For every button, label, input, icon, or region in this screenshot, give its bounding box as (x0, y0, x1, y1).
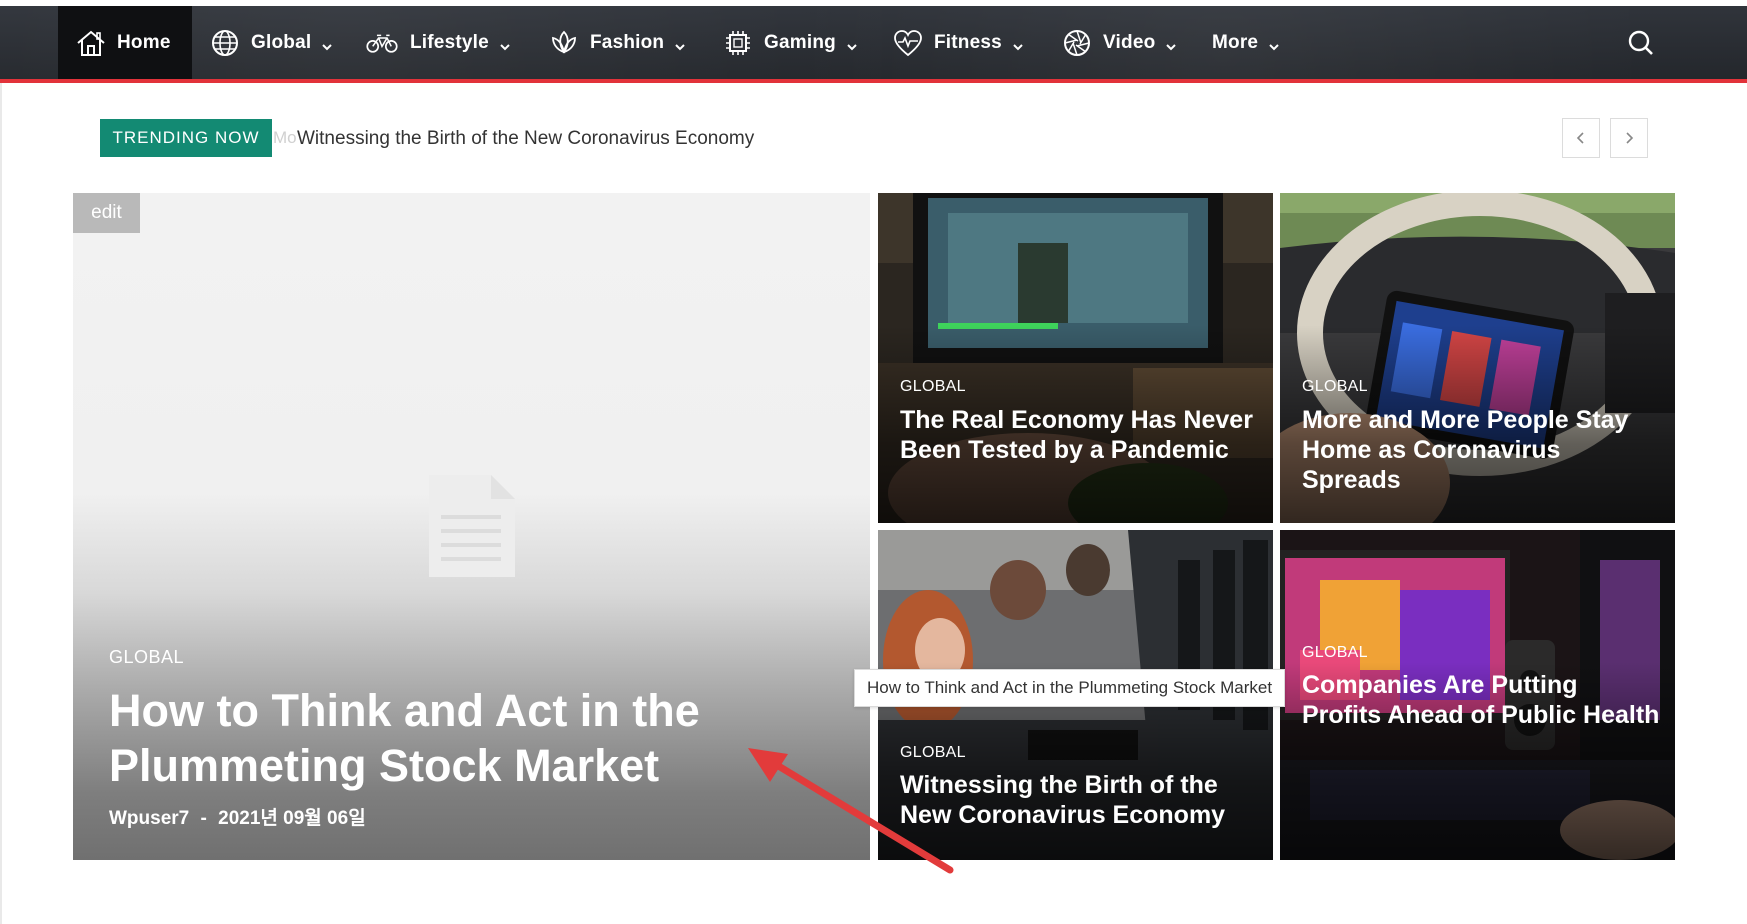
nav-item-gaming[interactable]: Gaming (721, 6, 858, 79)
chevron-down-icon (1268, 37, 1280, 50)
nav-label-gaming: Gaming (764, 31, 836, 53)
nav-item-fitness[interactable]: Fitness (891, 6, 1024, 79)
nav-label-video: Video (1103, 31, 1156, 53)
meta-separator: - (200, 808, 207, 829)
hero-author[interactable]: Wpuser7 (109, 808, 189, 829)
nav-label-home: Home (117, 31, 171, 53)
heartbeat-icon (891, 28, 925, 58)
trending-headline-link[interactable]: Witnessing the Birth of the New Coronavi… (297, 128, 754, 150)
chevron-left-icon (1576, 132, 1584, 144)
post-tile[interactable]: GLOBAL More and More People Stay Home as… (1280, 193, 1675, 523)
hero-date: 2021년 09월 06일 (218, 808, 366, 829)
tile-category-label[interactable]: GLOBAL (900, 744, 966, 762)
hero-post-meta: Wpuser7 - 2021년 09월 06일 (109, 803, 366, 830)
chevron-down-icon (1165, 37, 1177, 50)
tile-post-title[interactable]: Companies Are Putting Profits Ahead of P… (1302, 670, 1662, 730)
chevron-right-icon (1626, 132, 1634, 144)
nav-item-home[interactable]: Home (58, 6, 192, 79)
lotus-icon (547, 28, 581, 58)
trending-prev-button[interactable] (1562, 118, 1600, 158)
chip-icon (721, 28, 755, 58)
document-placeholder-icon (429, 475, 515, 577)
tile-post-title[interactable]: Witnessing the Birth of the New Coronavi… (900, 770, 1260, 830)
nav-item-global[interactable]: Global (208, 6, 333, 79)
chevron-down-icon (846, 37, 858, 50)
nav-item-lifestyle[interactable]: Lifestyle (363, 6, 511, 79)
nav-label-fashion: Fashion (590, 31, 665, 53)
hero-post-card[interactable]: edit GLOBAL How to Think and Act in the … (73, 193, 870, 860)
nav-label-fitness: Fitness (934, 31, 1002, 53)
chevron-down-icon (674, 37, 686, 50)
title-tooltip: How to Think and Act in the Plummeting S… (854, 669, 1286, 707)
hero-category-label[interactable]: GLOBAL (109, 647, 184, 668)
chevron-down-icon (1012, 37, 1024, 50)
chevron-down-icon (499, 37, 511, 50)
nav-label-lifestyle: Lifestyle (410, 31, 489, 53)
chevron-down-icon (321, 37, 333, 50)
aperture-icon (1060, 28, 1094, 58)
trending-next-button[interactable] (1610, 118, 1648, 158)
trending-badge: TRENDING NOW (100, 119, 272, 157)
nav-label-global: Global (251, 31, 312, 53)
nav-label-more: More (1212, 31, 1259, 53)
post-tile[interactable]: GLOBAL Companies Are Putting Profits Ahe… (1280, 530, 1675, 860)
home-icon (74, 28, 108, 58)
tile-category-label[interactable]: GLOBAL (1302, 378, 1368, 396)
tile-category-label[interactable]: GLOBAL (1302, 644, 1368, 662)
post-tile[interactable]: GLOBAL The Real Economy Has Never Been T… (878, 193, 1273, 523)
tile-category-label[interactable]: GLOBAL (900, 378, 966, 396)
hero-post-title[interactable]: How to Think and Act in the Plummeting S… (109, 683, 809, 793)
tile-post-title[interactable]: The Real Economy Has Never Been Tested b… (900, 405, 1260, 465)
bicycle-icon (363, 28, 401, 58)
edit-button[interactable]: edit (73, 193, 140, 233)
nav-item-more[interactable]: More (1212, 6, 1280, 79)
tile-post-title[interactable]: More and More People Stay Home as Corona… (1302, 405, 1662, 495)
page-left-border (0, 6, 2, 924)
search-icon[interactable] (1626, 28, 1656, 58)
main-navbar: Home Global Lifestyle Fashion Gaming Fit (0, 6, 1747, 83)
globe-icon (208, 28, 242, 58)
nav-item-fashion[interactable]: Fashion (547, 6, 686, 79)
trending-previous-fade: Mo (273, 128, 297, 147)
nav-item-video[interactable]: Video (1060, 6, 1177, 79)
